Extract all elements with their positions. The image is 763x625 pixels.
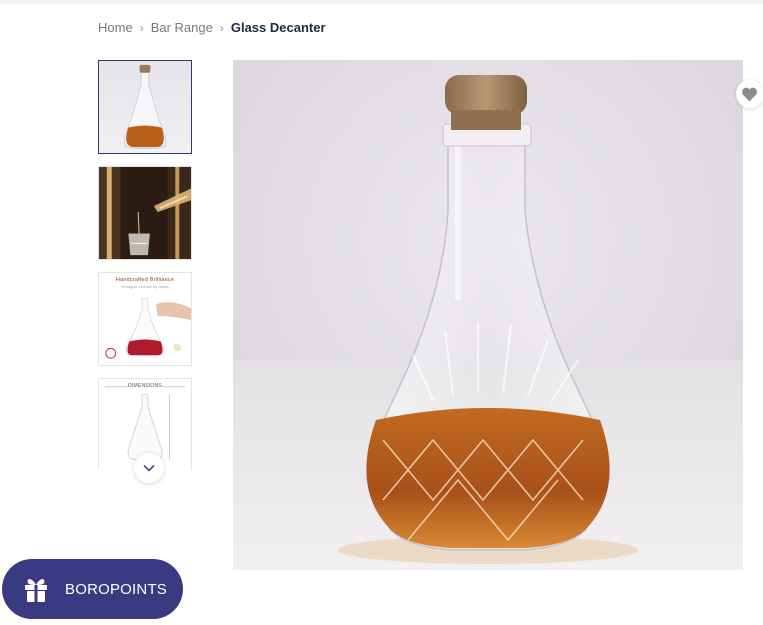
- chevron-down-icon: [143, 464, 155, 472]
- heart-icon: [742, 87, 757, 101]
- breadcrumb-separator: ›: [219, 20, 224, 35]
- top-divider: [0, 0, 763, 4]
- thumbnail-image: [99, 61, 191, 153]
- wishlist-button[interactable]: [736, 80, 763, 108]
- breadcrumb-separator: ›: [139, 20, 144, 35]
- thumbnail-pouring-photo[interactable]: [98, 166, 192, 260]
- boropoints-label: BOROPOINTS: [65, 580, 168, 598]
- decanter-photo: [233, 60, 743, 570]
- breadcrumb-current: Glass Decanter: [230, 20, 326, 35]
- thumbnail-scroll-down-button[interactable]: [134, 453, 164, 483]
- breadcrumb-bar-range[interactable]: Bar Range: [151, 20, 213, 35]
- breadcrumb: Home › Bar Range › Glass Decanter: [98, 20, 326, 35]
- boropoints-button[interactable]: BOROPOINTS: [2, 559, 183, 619]
- thumbnail-image: [99, 167, 191, 259]
- gift-icon: [25, 579, 47, 602]
- thumbnail-product-photo[interactable]: [98, 60, 192, 154]
- main-product-image[interactable]: [233, 60, 743, 570]
- breadcrumb-home[interactable]: Home: [98, 20, 133, 35]
- thumbnail-infographic[interactable]: Handcrafted Brilliance Designs etched by…: [98, 272, 192, 366]
- thumbnail-strip[interactable]: Handcrafted Brilliance Designs etched by…: [98, 60, 194, 470]
- thumbnail-image: [105, 298, 191, 359]
